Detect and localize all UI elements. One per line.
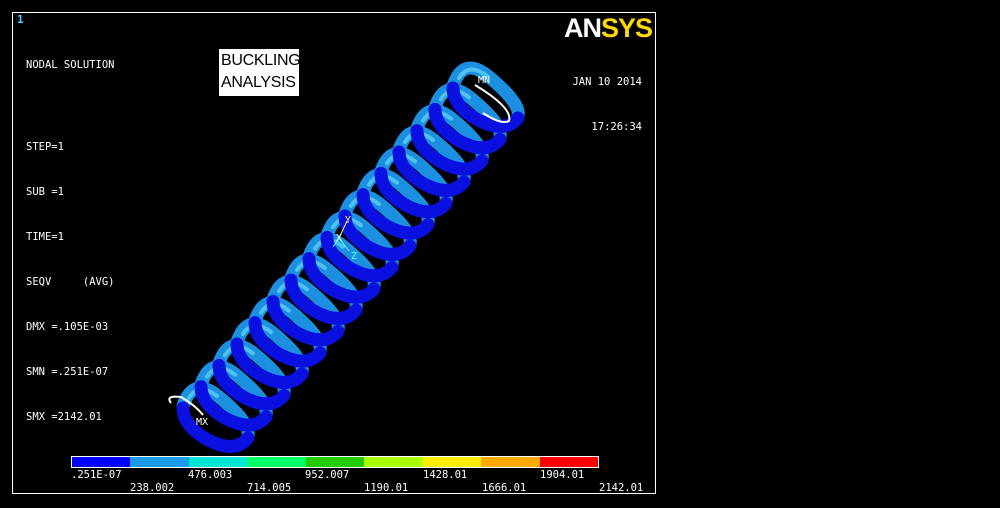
legend-color-segment	[247, 457, 306, 467]
max-marker: MX	[196, 417, 208, 428]
triad-x-label: X	[336, 233, 342, 244]
legend-color-segment	[188, 457, 248, 467]
legend-color-segment	[539, 457, 598, 467]
contour-legend-bar	[71, 456, 599, 468]
graphics-window[interactable]: 1 NODAL SOLUTION STEP=1 SUB =1 TIME=1 SE…	[12, 12, 656, 494]
triad-y-label: Y	[345, 215, 351, 226]
legend-color-segment	[481, 457, 540, 467]
spring-model[interactable]: MN MX Y X Z	[13, 13, 657, 495]
legend-color-segment	[130, 457, 189, 467]
triad-z-label: Z	[351, 251, 357, 262]
legend-color-segment	[305, 457, 365, 467]
min-marker: MN	[478, 75, 490, 86]
legend-color-segment	[72, 457, 131, 467]
legend-color-segment	[364, 457, 423, 467]
legend-color-segment	[422, 457, 482, 467]
